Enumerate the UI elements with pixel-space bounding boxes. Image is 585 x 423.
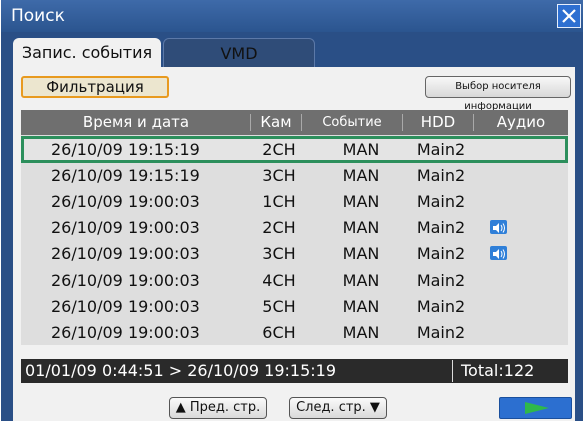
total-count: Total:122 — [452, 360, 565, 382]
row-camera: 5CH — [262, 296, 296, 316]
column-header-hdd[interactable]: HDD — [403, 110, 473, 135]
row-event: MAN — [342, 296, 380, 316]
row-datetime: 26/10/09 19:00:03 — [51, 296, 200, 316]
row-event: MAN — [342, 192, 380, 212]
table-row[interactable]: 26/10/09 19:15:19 3CH MAN Main2 — [21, 162, 568, 189]
row-datetime: 26/10/09 19:00:03 — [51, 244, 200, 264]
row-datetime: 26/10/09 19:00:03 — [51, 322, 200, 342]
row-event: MAN — [342, 166, 380, 186]
table-row[interactable]: 26/10/09 19:00:03 3CH MAN Main2 — [21, 240, 568, 267]
prev-page-button[interactable]: ▲ Пред. стр. — [169, 397, 267, 419]
row-hdd: Main2 — [416, 322, 466, 342]
time-range: 01/01/09 0:44:51 > 26/10/09 19:15:19 — [25, 361, 337, 380]
row-event: MAN — [342, 218, 380, 238]
row-datetime: 26/10/09 19:15:19 — [51, 140, 200, 159]
row-event: MAN — [342, 244, 380, 264]
table-header: Время и дата Кам Событие HDD Аудио — [21, 110, 568, 135]
tab-vmd[interactable]: VMD — [163, 38, 315, 68]
column-header-camera[interactable]: Кам — [251, 110, 301, 135]
title-bar: Поиск — [1, 0, 583, 32]
table-row[interactable]: 26/10/09 19:00:03 6CH MAN Main2 — [21, 319, 568, 346]
row-datetime: 26/10/09 19:15:19 — [51, 166, 200, 186]
row-camera: 2CH — [262, 218, 296, 238]
row-camera: 1CH — [262, 192, 296, 212]
tab-recorded-events[interactable]: Запис. события — [13, 38, 161, 68]
search-window: Поиск Запис. события VMD Фильтрация Выбо… — [1, 0, 583, 421]
row-event: MAN — [342, 270, 380, 290]
window-title: Поиск — [11, 6, 65, 26]
status-bar: 01/01/09 0:44:51 > 26/10/09 19:15:19 Tot… — [21, 359, 568, 383]
close-button[interactable] — [557, 4, 581, 28]
filter-button[interactable]: Фильтрация — [21, 76, 169, 98]
row-camera: 3CH — [262, 166, 296, 186]
speaker-icon[interactable] — [490, 220, 507, 235]
row-hdd: Main2 — [416, 244, 466, 264]
table-row[interactable]: 26/10/09 19:00:03 4CH MAN Main2 — [21, 267, 568, 294]
table-row[interactable]: 26/10/09 19:15:19 2CH MAN Main2 — [21, 136, 568, 163]
row-hdd: Main2 — [416, 166, 466, 186]
row-camera: 4CH — [262, 270, 296, 290]
play-button[interactable] — [499, 397, 572, 419]
close-icon — [562, 9, 576, 23]
table-row[interactable]: 26/10/09 19:00:03 2CH MAN Main2 — [21, 214, 568, 241]
row-datetime: 26/10/09 19:00:03 — [51, 270, 200, 290]
search-panel: Фильтрация Выбор носителя информации Вре… — [13, 67, 575, 421]
column-header-event[interactable]: Событие — [302, 110, 402, 135]
table-row[interactable]: 26/10/09 19:00:03 1CH MAN Main2 — [21, 188, 568, 215]
row-event: MAN — [342, 140, 380, 159]
row-datetime: 26/10/09 19:00:03 — [51, 218, 200, 238]
row-camera: 6CH — [262, 322, 296, 342]
play-icon — [525, 402, 549, 414]
row-event: MAN — [342, 322, 380, 342]
column-header-audio[interactable]: Аудио — [474, 110, 568, 135]
row-hdd: Main2 — [416, 192, 466, 212]
speaker-icon[interactable] — [490, 246, 507, 261]
row-datetime: 26/10/09 19:00:03 — [51, 192, 200, 212]
media-select-button[interactable]: Выбор носителя информации — [425, 76, 571, 112]
table-row[interactable]: 26/10/09 19:00:03 5CH MAN Main2 — [21, 293, 568, 320]
row-camera: 2CH — [262, 140, 296, 159]
events-table: Время и дата Кам Событие HDD Аудио 26/10… — [21, 110, 568, 345]
row-hdd: Main2 — [416, 296, 466, 316]
next-page-button[interactable]: След. стр. ▼ — [289, 397, 387, 419]
row-hdd: Main2 — [416, 270, 466, 290]
row-camera: 3CH — [262, 244, 296, 264]
row-hdd: Main2 — [416, 218, 466, 238]
row-hdd: Main2 — [416, 140, 466, 159]
column-header-datetime[interactable]: Время и дата — [21, 110, 251, 135]
